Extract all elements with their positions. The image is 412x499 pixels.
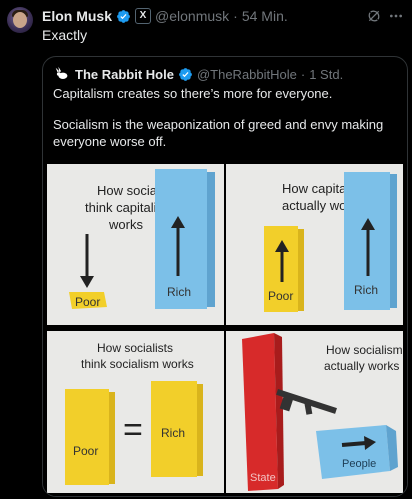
equals-sign: = (123, 411, 143, 449)
quoted-paragraph-1: Capitalism creates so there’s more for e… (53, 86, 333, 101)
rabbit-avatar-icon[interactable] (53, 65, 71, 83)
poor-label: Poor (268, 289, 293, 303)
author-handle[interactable]: @elonmusk (155, 8, 229, 24)
rich-label: Rich (167, 285, 191, 299)
rifle-icon (276, 389, 337, 415)
verified-badge-icon (117, 9, 130, 23)
quoted-handle[interactable]: @TheRabbitHole (197, 67, 297, 82)
poor-block (65, 389, 109, 485)
verified-badge-icon (179, 67, 192, 81)
panel-socialists-think-socialism: How socialists think socialism works Poo… (47, 331, 224, 493)
separator-dot: · (300, 66, 306, 82)
quoted-text: Capitalism creates so there’s more for e… (53, 85, 393, 164)
quoted-author-name[interactable]: The Rabbit Hole (75, 67, 174, 82)
author-name[interactable]: Elon Musk (42, 8, 112, 24)
poor-label: Poor (73, 444, 98, 458)
panel-socialists-think-capitalism: How socialists think capitalism works Po… (47, 164, 224, 325)
author-avatar[interactable] (7, 7, 33, 33)
meme-image[interactable]: How socialists think capitalism works Po… (43, 162, 407, 496)
people-label: People (342, 458, 376, 470)
quoted-paragraph-2: Socialism is the weaponization of greed … (53, 117, 384, 149)
panel-capitalism-actually: How capitalism actually works Poor Rich (226, 164, 403, 325)
rich-label: Rich (161, 426, 185, 440)
rich-label: Rich (354, 283, 378, 297)
down-arrow-head (80, 276, 94, 288)
panel-caption-line: How socialists (97, 341, 173, 355)
quoted-time[interactable]: 1 Std. (309, 67, 343, 82)
tweet-text: Exactly (42, 27, 88, 43)
panel-caption-line: How socialism (326, 343, 403, 357)
people-block (316, 425, 390, 479)
tweet-time[interactable]: 54 Min. (242, 8, 288, 24)
quoted-header: The Rabbit Hole @TheRabbitHole · 1 Std. (53, 65, 343, 83)
x-affiliate-badge: X (135, 8, 152, 24)
poor-label: Poor (75, 295, 100, 309)
panel-caption-line: think socialism works (81, 357, 194, 371)
tweet-header: Elon Musk X @elonmusk · 54 Min. (42, 7, 288, 25)
panel-caption-line: actually works (324, 359, 399, 373)
state-label: State (250, 472, 276, 484)
separator-dot: · (233, 8, 238, 24)
avatar-face (13, 12, 27, 28)
state-block (242, 333, 278, 491)
more-icon[interactable] (387, 8, 405, 24)
grok-icon[interactable] (366, 8, 382, 24)
quoted-tweet[interactable]: The Rabbit Hole @TheRabbitHole · 1 Std. … (42, 56, 408, 497)
panel-caption-line: works (108, 217, 143, 232)
panel-socialism-actually: How socialism actually works State Peopl… (226, 331, 403, 493)
